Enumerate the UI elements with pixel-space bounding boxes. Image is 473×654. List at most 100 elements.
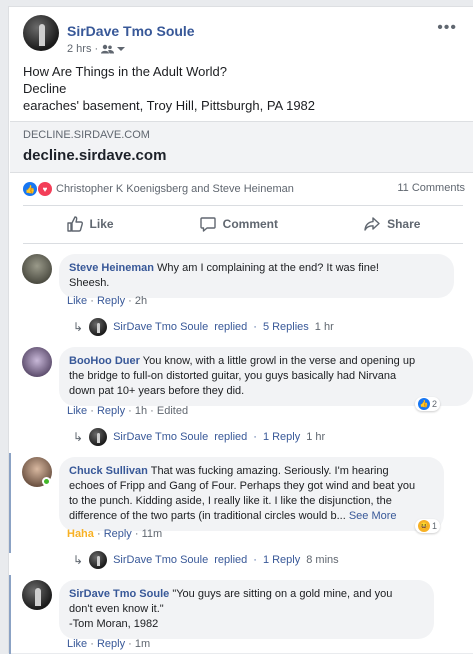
post-text: How Are Things in the Adult World? Decli…	[23, 63, 315, 114]
comment-time[interactable]: 1m	[135, 638, 150, 650]
thumbs-up-icon	[66, 216, 83, 232]
reply-author: SirDave Tmo Soule	[113, 431, 209, 443]
comment-reply-link[interactable]: Reply	[104, 528, 132, 540]
comment-text: the bridge to full-on distorted guitar, …	[69, 370, 397, 382]
share-label: Share	[387, 217, 421, 231]
commenter-avatar[interactable]	[22, 580, 52, 610]
link-preview[interactable]: DECLINE.SIRDAVE.COM decline.sirdave.com	[10, 121, 473, 173]
reply-verb: replied	[214, 554, 248, 566]
commenter-name[interactable]: BooHoo Duer	[69, 355, 140, 367]
love-reaction-icon: ♥	[38, 182, 52, 196]
comments-count[interactable]: 11 Comments	[397, 182, 465, 194]
friends-audience-icon[interactable]	[101, 44, 115, 54]
reply-author-avatar	[89, 428, 108, 446]
replies-summary[interactable]: ↳ SirDave Tmo Soule replied · 1 Reply 1 …	[73, 428, 325, 446]
comment-bubble: Chuck Sullivan That was fucking amazing.…	[59, 457, 444, 531]
comment-text: don't even know it."	[69, 603, 164, 615]
comment-actions: Like · Reply · 1m	[67, 638, 151, 650]
comment-like-link[interactable]: Like	[67, 638, 87, 650]
comment-label: Comment	[222, 217, 278, 231]
reply-verb: replied	[214, 321, 248, 333]
link-domain: DECLINE.SIRDAVE.COM	[23, 129, 150, 141]
comment-text: down pat 10+ years before they did.	[69, 385, 245, 397]
comment-button[interactable]: Comment	[199, 215, 278, 233]
replies-summary[interactable]: ↳ SirDave Tmo Soule replied · 5 Replies …	[73, 318, 334, 336]
comment-text: difference of the two parts (in traditio…	[69, 510, 346, 522]
reply-author-avatar	[89, 318, 108, 336]
post-header: SirDave Tmo Soule 2 hrs · •••	[23, 15, 463, 55]
reactions-names[interactable]: Christopher K Koenigsberg and Steve Hein…	[56, 183, 294, 195]
replies-summary[interactable]: ↳ SirDave Tmo Soule replied · 1 Reply 8 …	[73, 551, 339, 569]
reactions-summary[interactable]: 👍 ♥ Christopher K Koenigsberg and Steve …	[23, 181, 294, 197]
reply-arrow-icon: ↳	[73, 320, 84, 334]
divider	[23, 243, 463, 244]
post-text-line: earaches' basement, Troy Hill, Pittsburg…	[23, 98, 316, 113]
comment-text: "You guys are sitting on a gold mine, an…	[172, 588, 393, 600]
post-text-line: How Are Things in the Adult World?	[23, 64, 228, 79]
chevron-down-icon[interactable]	[117, 46, 126, 52]
comment-bubble: Steve Heineman Why am I complaining at t…	[59, 254, 454, 298]
haha-reaction-icon: 😆	[418, 520, 430, 532]
author-avatar[interactable]	[23, 15, 59, 51]
comment-reply-link[interactable]: Reply	[97, 295, 125, 307]
post-timestamp[interactable]: 2 hrs	[67, 43, 91, 55]
comment-bubble: SirDave Tmo Soule "You guys are sitting …	[59, 580, 434, 639]
comment-text: You know, with a little growl in the ver…	[142, 355, 416, 367]
like-button[interactable]: Like	[66, 215, 114, 233]
post-meta: 2 hrs ·	[67, 43, 126, 55]
post-actions: Like Comment Share	[23, 207, 463, 241]
reaction-count: 2	[432, 399, 438, 409]
reply-author-avatar	[89, 551, 108, 569]
comment-actions: Haha · Reply · 11m	[67, 528, 163, 540]
reply-time: 1 hr	[314, 321, 334, 333]
comment-text: to the punch. Kidding aside, I really li…	[69, 495, 392, 507]
edited-label[interactable]: Edited	[157, 405, 188, 417]
comment-text: Why am I complaining at the end? It was …	[157, 262, 379, 274]
comment-reaction-badge[interactable]: 👍 2	[415, 397, 441, 411]
link-title[interactable]: decline.sirdave.com	[23, 147, 166, 164]
comment-reaction-badge[interactable]: 😆 1	[415, 519, 441, 533]
reply-arrow-icon: ↳	[73, 430, 84, 444]
comment-icon	[199, 217, 216, 232]
comment-text: Sheesh.	[69, 277, 110, 289]
like-label: Like	[89, 217, 114, 231]
commenter-name[interactable]: SirDave Tmo Soule	[69, 588, 169, 600]
divider	[23, 205, 463, 206]
comment-reply-link[interactable]: Reply	[97, 638, 125, 650]
comment-like-link[interactable]: Like	[67, 405, 87, 417]
reply-author: SirDave Tmo Soule	[113, 321, 209, 333]
thread-indicator	[9, 453, 11, 553]
comment-time[interactable]: 1h	[135, 405, 147, 417]
comment-actions: Like · Reply · 1h · Edited	[67, 405, 189, 417]
commenter-name[interactable]: Steve Heineman	[69, 262, 154, 274]
reply-count: 1 Reply	[262, 554, 301, 566]
comment-text: echoes of Fripp and Gang of Four. Perhap…	[69, 480, 416, 492]
share-button[interactable]: Share	[363, 215, 420, 233]
post-text-line: Decline	[23, 81, 67, 96]
comment-reply-link[interactable]: Reply	[97, 405, 125, 417]
comment-time[interactable]: 2h	[135, 295, 147, 307]
commenter-avatar[interactable]	[22, 347, 52, 377]
reply-verb: replied	[214, 431, 248, 443]
like-reaction-icon: 👍	[23, 182, 37, 196]
like-reaction-icon: 👍	[418, 398, 430, 410]
reply-count: 5 Replies	[262, 321, 309, 333]
more-options-icon[interactable]: •••	[437, 19, 457, 37]
comment-text: -Tom Moran, 1982	[69, 618, 159, 630]
comment-text: That was fucking amazing. Seriously. I'm…	[150, 465, 389, 477]
online-status-indicator	[42, 477, 51, 486]
reply-count: 1 Reply	[262, 431, 301, 443]
post-card: SirDave Tmo Soule 2 hrs · ••• How Are Th…	[8, 6, 473, 654]
comment-like-link[interactable]: Like	[67, 295, 87, 307]
commenter-name[interactable]: Chuck Sullivan	[69, 465, 148, 477]
see-more-link[interactable]: See More	[349, 510, 397, 522]
reply-arrow-icon: ↳	[73, 553, 84, 567]
comment-haha-link[interactable]: Haha	[67, 528, 94, 540]
post-author-name[interactable]: SirDave Tmo Soule	[67, 23, 195, 39]
reply-time: 8 mins	[306, 554, 339, 566]
reply-author: SirDave Tmo Soule	[113, 554, 209, 566]
share-icon	[364, 217, 380, 231]
thread-indicator	[9, 575, 11, 654]
comment-time[interactable]: 11m	[142, 528, 163, 540]
commenter-avatar[interactable]	[22, 254, 52, 284]
